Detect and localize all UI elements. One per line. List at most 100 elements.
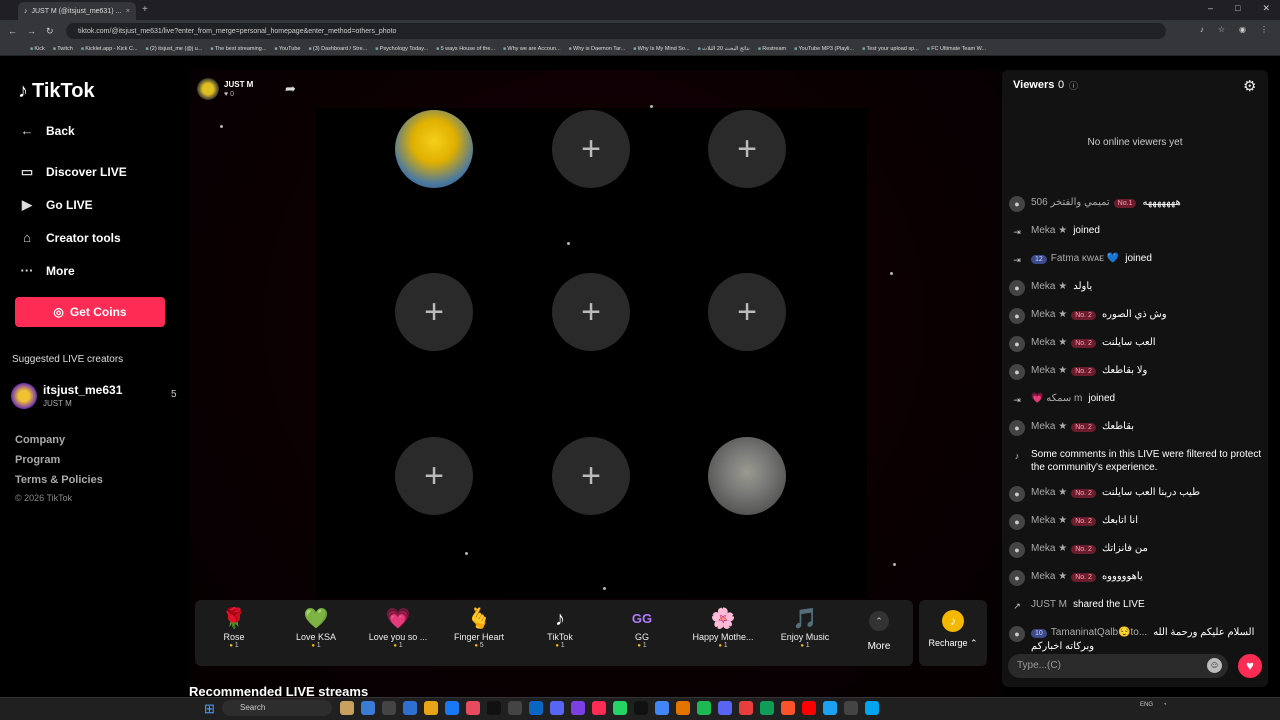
taskbar-app-icon[interactable] <box>508 701 522 715</box>
taskbar-app-icon[interactable] <box>760 701 774 715</box>
chat-input[interactable]: Type...(C) <box>1008 654 1228 678</box>
guest-slot-empty[interactable]: + <box>395 437 473 515</box>
bookmark-item[interactable]: نتائج البحث 20 الثلاث <box>698 46 750 52</box>
tab-close-icon[interactable]: × <box>126 8 130 15</box>
chat-username[interactable]: Meka ★ <box>1031 337 1067 348</box>
emoji-icon[interactable]: ☺ <box>1207 658 1222 673</box>
bookmark-item[interactable]: Psychology Today... <box>375 46 428 52</box>
taskbar-app-icon[interactable] <box>613 701 627 715</box>
more-gifts-button[interactable]: ⌃ More <box>860 611 898 652</box>
profile-icon[interactable]: ◉ <box>1239 25 1246 34</box>
info-icon[interactable]: ⓘ <box>1069 79 1078 92</box>
creator-tools-item[interactable]: ⌂ Creator tools <box>18 230 121 245</box>
gift-love-you-so[interactable]: 💗 Love you so ...1 <box>362 606 434 649</box>
avatar[interactable]: ● <box>1009 486 1025 502</box>
avatar[interactable]: ● <box>1009 570 1025 586</box>
get-coins-button[interactable]: ◎ Get Coins <box>15 297 165 327</box>
star-icon[interactable]: ☆ <box>1218 25 1225 34</box>
chat-username[interactable]: Meka ★ <box>1031 225 1067 236</box>
language-indicator[interactable]: ENG <box>1140 702 1153 708</box>
taskbar-app-icon[interactable] <box>403 701 417 715</box>
taskbar-app-icon[interactable] <box>592 701 606 715</box>
avatar[interactable]: ● <box>1009 420 1025 436</box>
avatar[interactable]: ● <box>1009 308 1025 324</box>
windows-start-icon[interactable]: ⊞ <box>204 701 215 717</box>
browser-tab[interactable]: ♪ JUST M (@itsjust_me631) ... × <box>18 2 136 20</box>
settings-icon[interactable]: ⚙ <box>1243 77 1256 95</box>
taskbar-app-icon[interactable] <box>571 701 585 715</box>
discover-live-item[interactable]: ▭ Discover LIVE <box>18 164 127 180</box>
taskbar-app-icon[interactable] <box>739 701 753 715</box>
avatar[interactable]: ● <box>1009 542 1025 558</box>
guest-slot-avatar[interactable] <box>708 437 786 515</box>
taskbar-app-icon[interactable] <box>865 701 879 715</box>
taskbar-app-icon[interactable] <box>382 701 396 715</box>
chat-username[interactable]: JUST M <box>1031 599 1067 610</box>
minimize-icon[interactable]: – <box>1208 3 1213 14</box>
chat-username[interactable]: Meka ★ <box>1031 543 1067 554</box>
viewers-label[interactable]: Viewers <box>1013 79 1054 91</box>
gift-gg[interactable]: GGGG1 <box>606 606 678 649</box>
chat-username[interactable]: Meka ★ <box>1031 571 1067 582</box>
taskbar-app-icon[interactable] <box>424 701 438 715</box>
guest-slot-empty[interactable]: + <box>552 273 630 351</box>
terms-link[interactable]: Terms & Policies <box>15 474 103 486</box>
guest-slot-empty[interactable]: + <box>552 437 630 515</box>
bookmark-item[interactable]: Why is Daemon Tar... <box>569 46 625 52</box>
back-arrow-icon[interactable]: ← <box>8 26 17 37</box>
taskbar-search[interactable]: Search <box>222 700 332 716</box>
menu-icon[interactable]: ⋮ <box>1260 25 1268 34</box>
gift-enjoy-music[interactable]: 🎵 Enjoy Music1 <box>769 606 841 649</box>
bookmark-item[interactable]: (2) itsjust_me (@j u... <box>146 46 202 52</box>
new-tab-button[interactable]: + <box>142 4 148 15</box>
avatar[interactable]: ● <box>1009 280 1025 296</box>
bookmark-item[interactable]: Restream <box>758 46 786 52</box>
bookmark-item[interactable]: Test your upload sp... <box>862 46 918 52</box>
heart-like-icon[interactable]: ♥ <box>1238 654 1262 678</box>
guest-slot-empty[interactable]: + <box>552 110 630 188</box>
address-bar[interactable]: tiktok.com/@itsjust_me631/live?enter_fro… <box>66 23 1166 39</box>
bookmark-item[interactable]: Twitch <box>53 46 73 52</box>
taskbar-app-icon[interactable] <box>529 701 543 715</box>
bookmark-item[interactable]: Kick <box>30 46 44 52</box>
chat-username[interactable]: TamaninatQalb😌to... <box>1051 627 1147 638</box>
taskbar-app-icon[interactable] <box>823 701 837 715</box>
taskbar-app-icon[interactable] <box>466 701 480 715</box>
bookmark-item[interactable]: YouTube MP3 (Playli... <box>794 46 855 52</box>
chat-username[interactable]: 506 تميمي والفتخر <box>1031 197 1110 208</box>
back-button[interactable]: ← Back <box>18 123 75 138</box>
bookmark-item[interactable]: 5 ways House of the... <box>436 46 495 52</box>
bookmark-item[interactable]: (3) Dashboard / Stre... <box>308 46 367 52</box>
avatar[interactable]: ● <box>1009 364 1025 380</box>
suggested-creator-name[interactable]: itsjust_me631 <box>43 383 122 397</box>
wifi-icon[interactable]: ◔ <box>1163 702 1167 708</box>
taskbar-app-icon[interactable] <box>361 701 375 715</box>
program-link[interactable]: Program <box>15 454 60 466</box>
tiktok-logo[interactable]: ♪ TikTok <box>18 80 95 103</box>
host-avatar[interactable] <box>197 78 219 100</box>
go-live-item[interactable]: ▶ Go LIVE <box>18 197 93 213</box>
extension-icon[interactable]: ♪ <box>1200 25 1204 34</box>
more-item[interactable]: ··· More <box>18 263 75 278</box>
chat-username[interactable]: Meka ★ <box>1031 487 1067 498</box>
chat-username[interactable]: Meka ★ <box>1031 281 1067 292</box>
gift-tiktok[interactable]: ♪ TikTok1 <box>524 606 596 649</box>
chat-username[interactable]: Meka ★ <box>1031 421 1067 432</box>
bookmark-item[interactable]: Why we are Accoun... <box>503 46 560 52</box>
forward-arrow-icon[interactable]: → <box>27 26 36 37</box>
reload-icon[interactable]: ↻ <box>46 26 54 37</box>
bookmark-item[interactable]: Why Is My Mind So... <box>633 46 690 52</box>
taskbar-app-icon[interactable] <box>550 701 564 715</box>
avatar[interactable] <box>11 383 37 409</box>
chat-username[interactable]: Meka ★ <box>1031 365 1067 376</box>
chat-username[interactable]: 💗 سمكه m <box>1031 393 1082 404</box>
taskbar-app-icon[interactable] <box>655 701 669 715</box>
gift-love-ksa[interactable]: 💚 Love KSA1 <box>280 606 352 649</box>
chat-username[interactable]: Fatma ᴋᴡᴀᴇ 💙 <box>1051 253 1119 264</box>
gift-rose[interactable]: 🌹 Rose1 <box>198 606 270 649</box>
recharge-button[interactable]: ♪ Recharge ⌃ <box>919 600 987 666</box>
bookmark-item[interactable]: YouTube <box>274 46 301 52</box>
avatar[interactable]: ● <box>1009 514 1025 530</box>
maximize-icon[interactable]: □ <box>1235 3 1240 14</box>
taskbar-app-icon[interactable] <box>676 701 690 715</box>
